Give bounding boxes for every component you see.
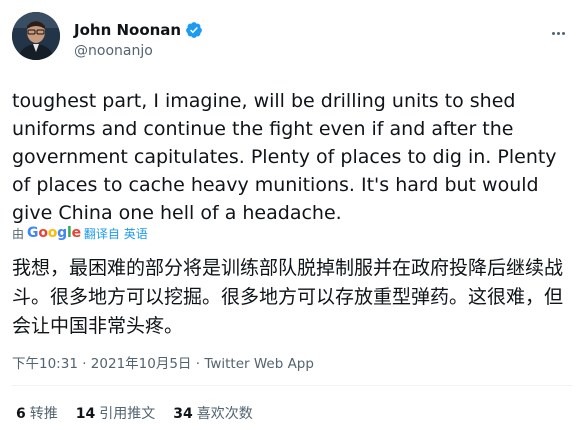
translated-by-prefix: 由 bbox=[12, 226, 25, 241]
tweet-date-link[interactable]: 2021年10月5日 bbox=[91, 356, 192, 372]
translated-text: 我想，最困难的部分将是训练部队脱掉制服并在政府投降后继续战斗。很多地方可以挖掘。… bbox=[12, 257, 564, 337]
author-name[interactable]: John Noonan bbox=[74, 21, 181, 39]
avatar[interactable] bbox=[12, 12, 60, 60]
translate-source-link[interactable]: 翻译自 英语 bbox=[84, 225, 148, 242]
more-options-icon[interactable] bbox=[552, 20, 572, 36]
author-handle[interactable]: @noonanjo bbox=[74, 43, 153, 59]
tweet-meta: 下午10:31 · 2021年10月5日 · Twitter Web App bbox=[12, 352, 314, 372]
tweet-text: toughest part, I imagine, will be drilli… bbox=[12, 90, 563, 224]
meta-separator: · bbox=[195, 356, 201, 372]
tweet-header: John Noonan @noonanjo bbox=[12, 12, 572, 66]
translated-by-row: 由 Google 翻译自 英语 bbox=[12, 223, 148, 243]
verified-badge-icon bbox=[185, 21, 203, 39]
retweets-stat[interactable]: 6 转推 bbox=[16, 403, 58, 423]
meta-separator: · bbox=[82, 356, 87, 372]
google-logo-icon: Google bbox=[27, 225, 81, 241]
tweet-stats: 6 转推 14 引用推文 34 喜欢次数 bbox=[16, 403, 253, 423]
divider bbox=[12, 385, 572, 386]
quotes-stat[interactable]: 14 引用推文 bbox=[76, 403, 155, 423]
likes-stat[interactable]: 34 喜欢次数 bbox=[173, 403, 252, 423]
tweet-source-link[interactable]: Twitter Web App bbox=[204, 356, 314, 372]
tweet-time-link[interactable]: 下午10:31 bbox=[12, 356, 78, 372]
